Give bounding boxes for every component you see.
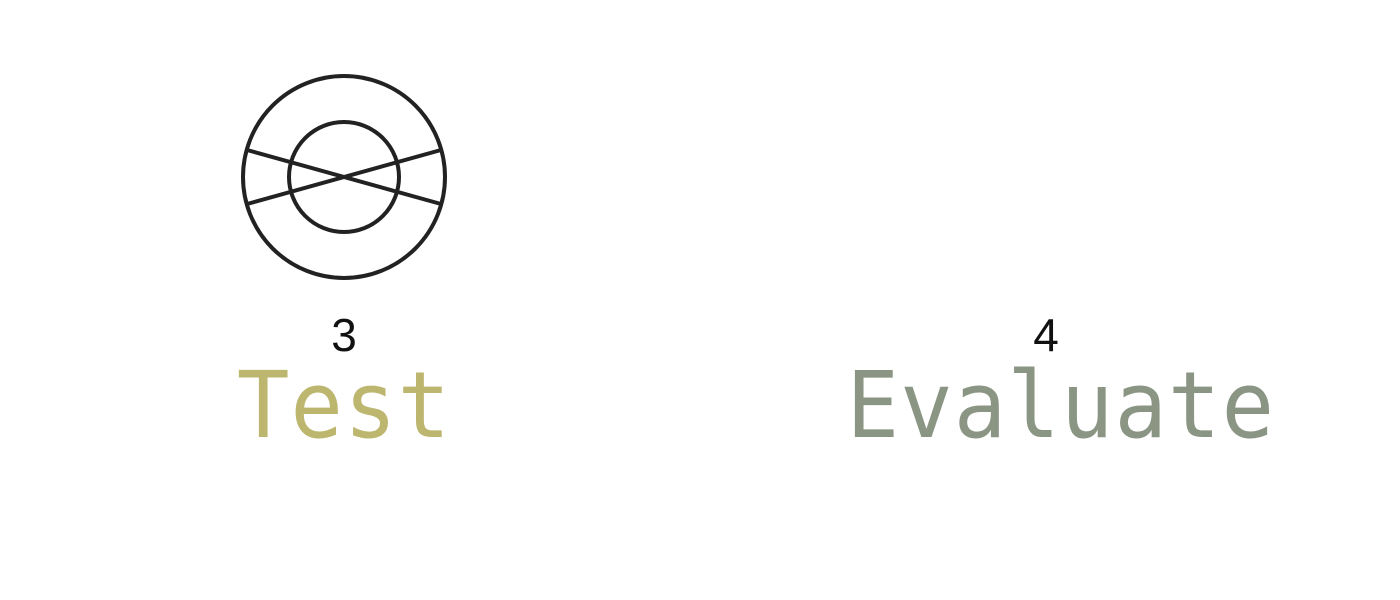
diagram-canvas: 3 Test 4 Evaluate xyxy=(0,0,1400,600)
step-test: 3 Test xyxy=(134,0,554,600)
step-title: Evaluate xyxy=(846,352,1276,459)
step-title: Test xyxy=(236,352,452,459)
target-x-icon xyxy=(241,74,447,280)
step-evaluate: 4 Evaluate xyxy=(836,0,1276,600)
